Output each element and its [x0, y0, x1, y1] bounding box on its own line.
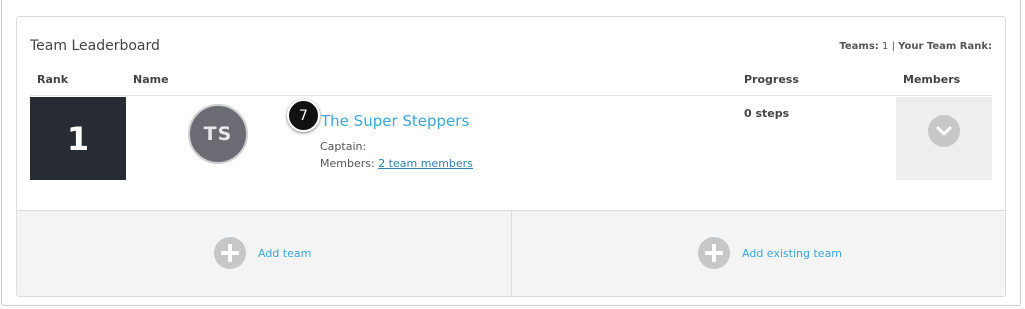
members-cell: [896, 97, 992, 180]
header-divider: [30, 95, 992, 96]
add-area-divider: [511, 211, 512, 297]
members-line: Members: 2 team members: [320, 157, 473, 170]
progress-value: 0 steps: [744, 107, 790, 120]
team-members-link[interactable]: 2 team members: [378, 157, 473, 170]
teams-label: Teams:: [839, 41, 879, 52]
column-header-rank: Rank: [37, 73, 69, 86]
expand-members-button[interactable]: [928, 115, 960, 147]
members-label: Members:: [320, 157, 375, 170]
add-team-area: Add team Add existing team: [17, 210, 1005, 297]
column-header-members: Members: [903, 73, 961, 86]
leaderboard-stats: Teams: 1 | Your Team Rank:: [839, 41, 992, 52]
team-name-link[interactable]: The Super Steppers: [321, 112, 469, 130]
plus-icon: [214, 237, 246, 269]
add-team-button[interactable]: Add team: [214, 237, 311, 269]
plus-icon: [698, 237, 730, 269]
teams-count: 1: [882, 41, 889, 52]
chevron-down-icon: [936, 126, 952, 136]
captain-label: Captain:: [320, 140, 367, 153]
rank-cell: 1: [30, 97, 126, 180]
page-title: Team Leaderboard: [30, 38, 160, 54]
stats-separator: |: [891, 41, 895, 52]
add-team-label: Add team: [258, 246, 312, 260]
column-header-name: Name: [133, 73, 169, 86]
team-rank-label: Your Team Rank:: [898, 41, 992, 52]
step-number-badge: 7: [287, 99, 320, 132]
add-existing-team-button[interactable]: Add existing team: [698, 237, 842, 269]
team-avatar: TS: [188, 104, 248, 164]
add-existing-team-label: Add existing team: [742, 246, 843, 260]
column-header-progress: Progress: [744, 73, 799, 86]
